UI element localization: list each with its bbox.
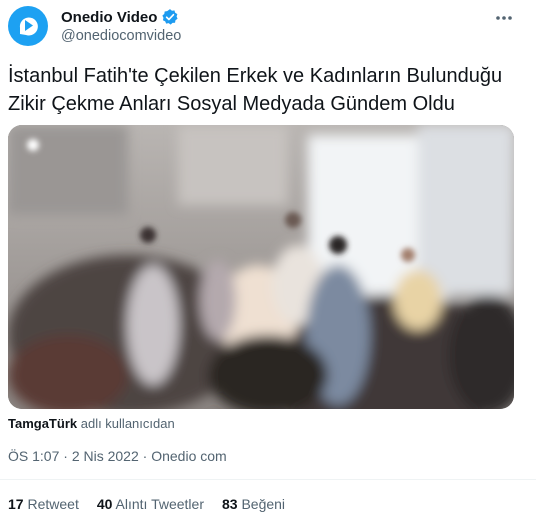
media-attribution-suffix: adlı kullanıcıdan	[80, 416, 175, 431]
quote-tweet-count-label: Alıntı Tweetler	[115, 496, 204, 512]
tweet-stats: 17 Retweet 40 Alıntı Tweetler 83 Beğeni	[8, 496, 285, 512]
like-count-label: Beğeni	[241, 496, 286, 512]
meta-separator: ·	[63, 448, 68, 464]
author-handle[interactable]: @onediocomvideo	[61, 28, 181, 44]
author-name-row[interactable]: Onedio Video	[61, 8, 179, 26]
meta-separator: ·	[142, 448, 148, 464]
more-icon	[496, 16, 512, 20]
author-display-name[interactable]: Onedio Video	[61, 9, 157, 26]
play-icon	[19, 17, 38, 36]
retweet-count-number: 17	[8, 496, 24, 512]
tweet-date[interactable]: 2 Nis 2022	[72, 448, 139, 464]
like-count[interactable]: 83 Beğeni	[222, 496, 285, 512]
tweet-source: Onedio com	[151, 448, 227, 464]
quote-tweet-count-number: 40	[96, 496, 113, 512]
tweet-meta: ÖS 1:07 · 2 Nis 2022 · Onedio com	[8, 448, 227, 464]
retweet-count-label: Retweet	[27, 496, 79, 512]
video-frame	[8, 125, 514, 409]
retweet-count[interactable]: 17 Retweet	[8, 496, 79, 512]
tweet-card: Onedio Video @onediocomvideo İstanbul Fa…	[0, 0, 536, 512]
video-player[interactable]	[8, 125, 514, 409]
more-button[interactable]	[494, 10, 514, 26]
avatar[interactable]	[8, 6, 48, 46]
like-count-number: 83	[221, 496, 238, 512]
verified-badge-icon	[162, 9, 178, 25]
divider	[0, 479, 536, 480]
tweet-text: İstanbul Fatih'te Çekilen Erkek ve Kadın…	[8, 65, 503, 115]
quote-tweet-count[interactable]: 40 Alıntı Tweetler	[97, 496, 204, 512]
media-attribution: TamgaTürk adlı kullanıcıdan	[8, 416, 175, 431]
tweet-time[interactable]: ÖS 1:07	[8, 448, 59, 464]
media-owner[interactable]: TamgaTürk	[8, 416, 77, 431]
